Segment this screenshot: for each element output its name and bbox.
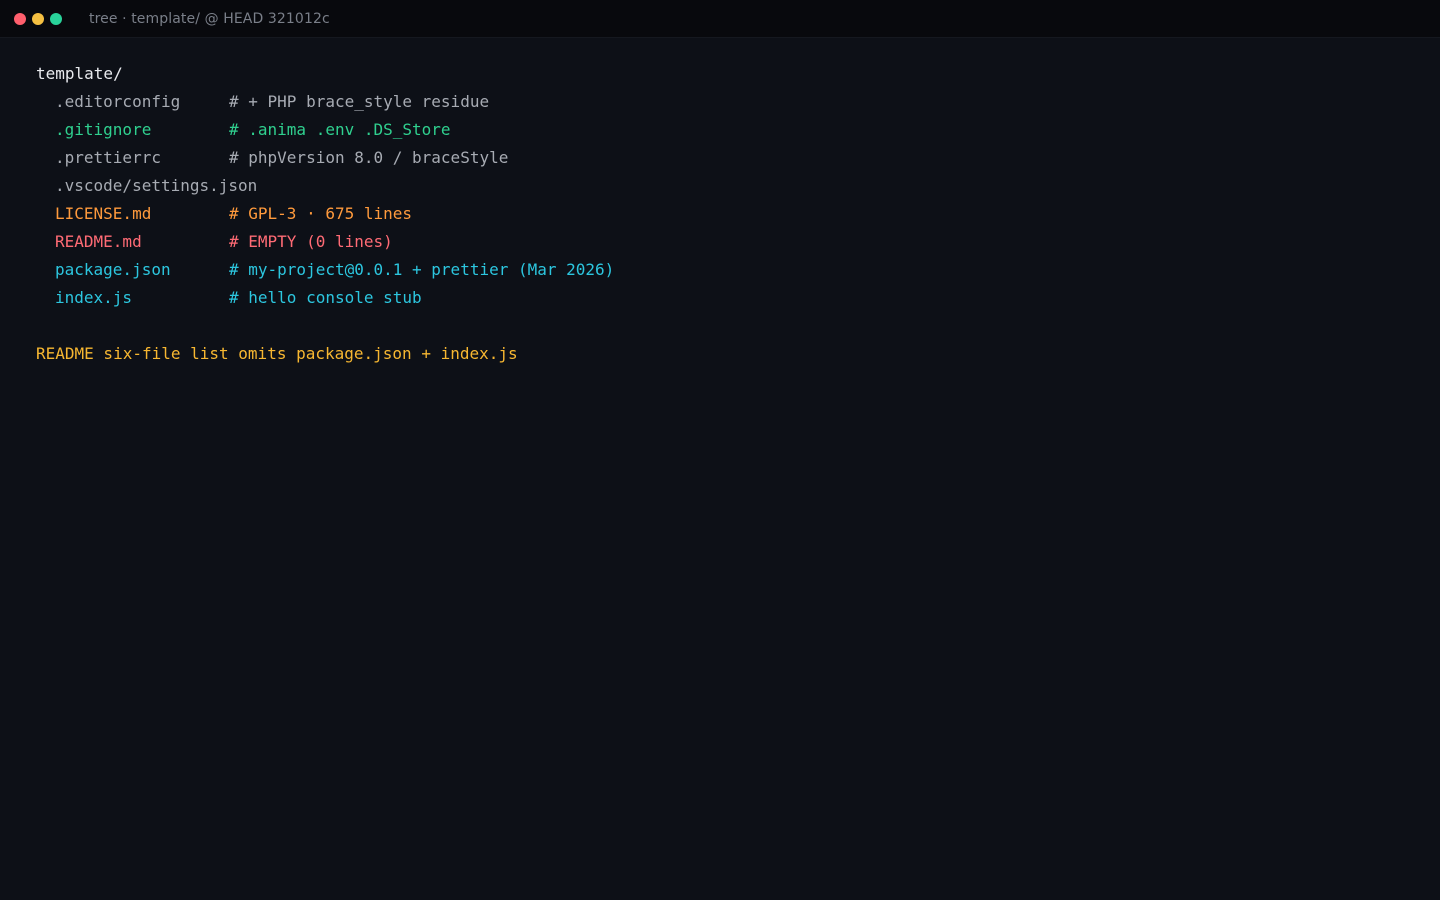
file-name: .editorconfig <box>55 92 181 111</box>
tree-entry: index.js # hello console stub <box>36 284 1440 312</box>
file-name: .gitignore <box>55 120 152 139</box>
file-comment: # EMPTY (0 lines) <box>229 232 393 251</box>
file-comment: # + PHP brace_style residue <box>229 92 490 111</box>
file-name: index.js <box>55 288 133 307</box>
minimize-window-button[interactable] <box>32 12 44 25</box>
tree-entry: LICENSE.md # GPL-3 · 675 lines <box>36 200 1440 228</box>
file-name: .prettierrc <box>55 148 161 167</box>
file-comment: # my-project@0.0.1 + prettier (Mar 2026) <box>229 260 615 279</box>
file-comment: # .anima .env .DS_Store <box>229 120 451 139</box>
terminal-output: template/ .editorconfig # + PHP brace_styl… <box>0 38 1440 368</box>
tree-entry: .gitignore # .anima .env .DS_Store <box>36 116 1440 144</box>
file-name: LICENSE.md <box>55 204 152 223</box>
file-name: package.json <box>55 260 171 279</box>
close-window-button[interactable] <box>14 12 26 25</box>
tree-entry: package.json # my-project@0.0.1 + prettie… <box>36 256 1440 284</box>
tree-entry: .vscode/settings.json <box>36 172 1440 200</box>
terminal-window: tree · template/ @ HEAD 321012c template… <box>0 0 1440 900</box>
file-comment: # phpVersion 8.0 / braceStyle <box>229 148 509 167</box>
file-comment: # GPL-3 · 675 lines <box>229 204 413 223</box>
file-name: README.md <box>55 232 142 251</box>
maximize-window-button[interactable] <box>50 12 62 25</box>
tree-root: template/ <box>36 64 123 83</box>
note-line: README six-file list omits package.json … <box>36 344 518 363</box>
file-name: .vscode/settings.json <box>55 176 258 195</box>
window-title: tree · template/ @ HEAD 321012c <box>89 10 330 27</box>
tree-entry: .prettierrc # phpVersion 8.0 / braceStyle <box>36 144 1440 172</box>
file-comment: # hello console stub <box>229 288 422 307</box>
tree-entry: README.md # EMPTY (0 lines) <box>36 228 1440 256</box>
tree-entry: .editorconfig # + PHP brace_style residue <box>36 88 1440 116</box>
title-bar: tree · template/ @ HEAD 321012c <box>0 0 1440 38</box>
window-controls <box>14 12 62 25</box>
